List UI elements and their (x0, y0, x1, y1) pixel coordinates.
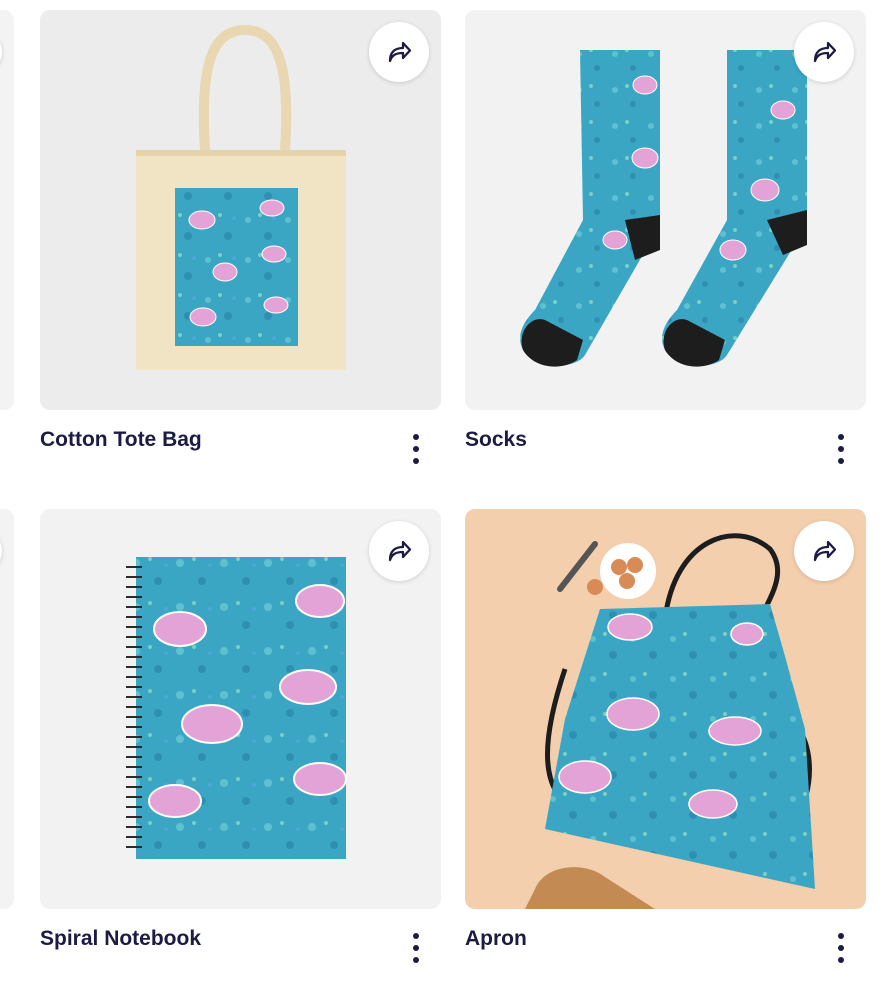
share-arrow-icon (388, 41, 412, 63)
product-image[interactable] (465, 10, 866, 410)
share-arrow-icon (813, 41, 837, 63)
share-arrow-icon (813, 540, 837, 562)
share-arrow-icon (388, 540, 412, 562)
more-vertical-icon[interactable] (403, 432, 429, 466)
product-card-spiral-notebook[interactable]: Spiral Notebook (40, 509, 441, 999)
share-button[interactable] (794, 22, 854, 82)
offscreen-product-card[interactable] (0, 10, 14, 410)
more-vertical-icon[interactable] (828, 432, 854, 466)
share-button[interactable] (369, 22, 429, 82)
product-title[interactable]: Spiral Notebook (40, 927, 201, 951)
share-button[interactable] (794, 521, 854, 581)
product-image[interactable] (40, 10, 441, 410)
offscreen-product-card[interactable] (0, 509, 14, 909)
product-title[interactable]: Cotton Tote Bag (40, 428, 202, 452)
product-card-socks[interactable]: Socks (465, 10, 866, 500)
product-title[interactable]: Socks (465, 428, 527, 452)
product-title[interactable]: Apron (465, 927, 527, 951)
product-card-tote-bag[interactable]: Cotton Tote Bag (40, 10, 441, 500)
more-vertical-icon[interactable] (403, 931, 429, 965)
product-image[interactable] (40, 509, 441, 909)
share-button[interactable] (369, 521, 429, 581)
more-vertical-icon[interactable] (828, 931, 854, 965)
product-image[interactable] (465, 509, 866, 909)
product-card-apron[interactable]: Apron (465, 509, 866, 999)
